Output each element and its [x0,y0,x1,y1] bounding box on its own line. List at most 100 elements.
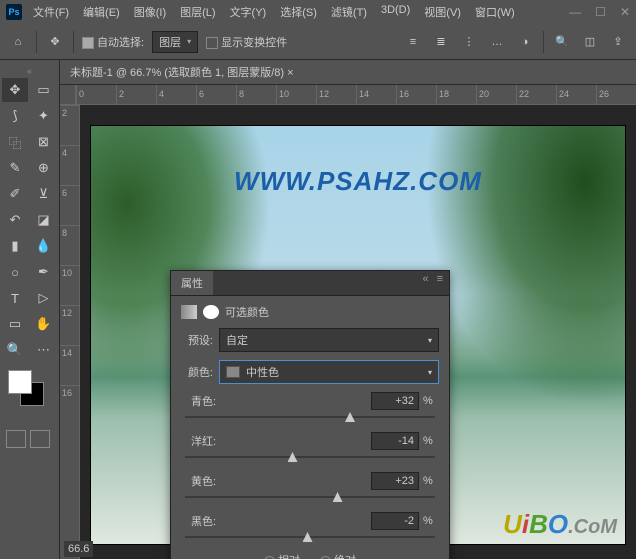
cyan-label: 青色: [181,393,371,409]
preset-label: 预设: [181,332,213,348]
search-icon[interactable]: 🔍 [552,32,572,52]
adjustment-icon [181,305,197,319]
pen-tool[interactable]: ✒ [31,260,57,284]
minimize-icon[interactable]: — [569,5,581,19]
uibo-watermark: UiBO.CoM [503,509,617,540]
toolbox: « ✥ ▭ ⟆ ✦ ⿻ ⊠ ✎ ⊕ ✐ ⊻ ↶ ◪ ▮ 💧 ○ ✒ T ▷ ▭ … [0,60,60,559]
document-area: 未标题-1 @ 66.7% (选取颜色 1, 图层蒙版/8) × 0246810… [60,60,636,559]
menu-filter[interactable]: 滤镜(T) [326,1,372,23]
path-tool[interactable]: ▷ [31,286,57,310]
home-icon[interactable]: ⌂ [8,32,28,52]
move-tool-icon[interactable]: ✥ [45,32,65,52]
auto-select-dropdown[interactable]: 图层 [152,31,198,53]
close-icon[interactable]: ✕ [620,5,630,19]
eyedropper-tool[interactable]: ✎ [2,156,28,180]
yellow-label: 黄色: [181,473,371,489]
watermark-text: WWW.PSAHZ.COM [91,166,625,197]
panel-title: 可选颜色 [225,304,269,320]
standard-mode-icon[interactable] [6,430,26,448]
color-dropdown[interactable]: 中性色 [219,360,439,384]
black-label: 黑色: [181,513,371,529]
mask-icon[interactable] [203,305,219,319]
tab-title: 未标题-1 @ 66.7% (选取颜色 1, 图层蒙版/8) × [70,64,294,80]
yellow-thumb[interactable] [333,492,343,502]
share-icon[interactable]: ⇪ [608,32,628,52]
black-track[interactable] [185,536,435,538]
panel-menu-icon[interactable]: ≡ [437,273,443,293]
magenta-label: 洋红: [181,433,371,449]
zoom-tool[interactable]: 🔍 [2,338,28,362]
align-icon[interactable]: ≡ [403,32,423,52]
main-menu: 文件(F) 编辑(E) 图像(I) 图层(L) 文字(Y) 选择(S) 滤镜(T… [28,1,520,23]
ruler-origin[interactable] [60,85,76,105]
frame-tool[interactable]: ⊠ [31,130,57,154]
marquee-tool[interactable]: ▭ [31,78,57,102]
history-brush-tool[interactable]: ↶ [2,208,28,232]
menu-type[interactable]: 文字(Y) [225,1,272,23]
absolute-radio[interactable]: 绝对 [320,552,356,559]
type-tool[interactable]: T [2,286,28,310]
fg-color[interactable] [8,370,32,394]
auto-select-check[interactable]: 自动选择: [82,34,144,50]
wand-tool[interactable]: ✦ [31,104,57,128]
maximize-icon[interactable]: ☐ [595,5,606,19]
collapse-icon[interactable]: « [2,64,57,78]
menu-window[interactable]: 窗口(W) [470,1,520,23]
move-tool[interactable]: ✥ [2,78,28,102]
black-slider: 黑色: -2 % [181,512,439,538]
black-thumb[interactable] [303,532,313,542]
title-bar: Ps 文件(F) 编辑(E) 图像(I) 图层(L) 文字(Y) 选择(S) 滤… [0,0,636,24]
ruler-horizontal: 02468101214161820222426 [76,85,636,105]
options-bar: ⌂ ✥ 自动选择: 图层 显示变换控件 ≡ ≣ ⋮ … ◑ 🔍 ◫ ⇪ [0,24,636,60]
more-tools[interactable]: ⋯ [31,338,57,362]
magenta-input[interactable]: -14 [371,432,419,450]
heal-tool[interactable]: ⊕ [31,156,57,180]
hand-tool[interactable]: ✋ [31,312,57,336]
magenta-thumb[interactable] [288,452,298,462]
brush-tool[interactable]: ✐ [2,182,28,206]
eraser-tool[interactable]: ◪ [31,208,57,232]
yellow-slider: 黄色: +23 % [181,472,439,498]
menu-image[interactable]: 图像(I) [129,1,171,23]
stamp-tool[interactable]: ⊻ [31,182,57,206]
dodge-tool[interactable]: ○ [2,260,28,284]
color-swatches[interactable] [8,370,48,410]
lasso-tool[interactable]: ⟆ [2,104,28,128]
blur-tool[interactable]: 💧 [31,234,57,258]
zoom-readout[interactable]: 66.6 [64,541,93,557]
menu-file[interactable]: 文件(F) [28,1,74,23]
yellow-track[interactable] [185,496,435,498]
gradient-tool[interactable]: ▮ [2,234,28,258]
menu-view[interactable]: 视图(V) [419,1,466,23]
magenta-slider: 洋红: -14 % [181,432,439,458]
panel-tab-properties[interactable]: 属性 [171,271,213,295]
properties-panel: 属性 « ≡ 可选颜色 预设: 自定 颜色: 中性色 [170,270,450,559]
align-icon2[interactable]: ≣ [431,32,451,52]
cyan-thumb[interactable] [345,412,355,422]
menu-3d[interactable]: 3D(D) [376,1,415,23]
crop-tool[interactable]: ⿻ [2,130,28,154]
mode-3d-icon[interactable]: ◑ [515,32,535,52]
preset-dropdown[interactable]: 自定 [219,328,439,352]
menu-layer[interactable]: 图层(L) [175,1,220,23]
color-label: 颜色: [181,364,213,380]
app-logo: Ps [6,4,22,20]
relative-radio[interactable]: 相对 [264,552,300,559]
cyan-input[interactable]: +32 [371,392,419,410]
cyan-track[interactable] [185,416,435,418]
show-transform-check[interactable]: 显示变换控件 [206,34,287,50]
more-icon[interactable]: … [487,32,507,52]
cyan-slider: 青色: +32 % [181,392,439,418]
ruler-vertical: 246810121416 [60,105,80,559]
document-tab[interactable]: 未标题-1 @ 66.7% (选取颜色 1, 图层蒙版/8) × [60,60,636,85]
menu-edit[interactable]: 编辑(E) [78,1,125,23]
black-input[interactable]: -2 [371,512,419,530]
mask-mode-icon[interactable] [30,430,50,448]
magenta-track[interactable] [185,456,435,458]
menu-select[interactable]: 选择(S) [275,1,322,23]
panel-collapse-icon[interactable]: « [422,273,428,293]
yellow-input[interactable]: +23 [371,472,419,490]
distribute-icon[interactable]: ⋮ [459,32,479,52]
shape-tool[interactable]: ▭ [2,312,28,336]
workspace-icon[interactable]: ◫ [580,32,600,52]
